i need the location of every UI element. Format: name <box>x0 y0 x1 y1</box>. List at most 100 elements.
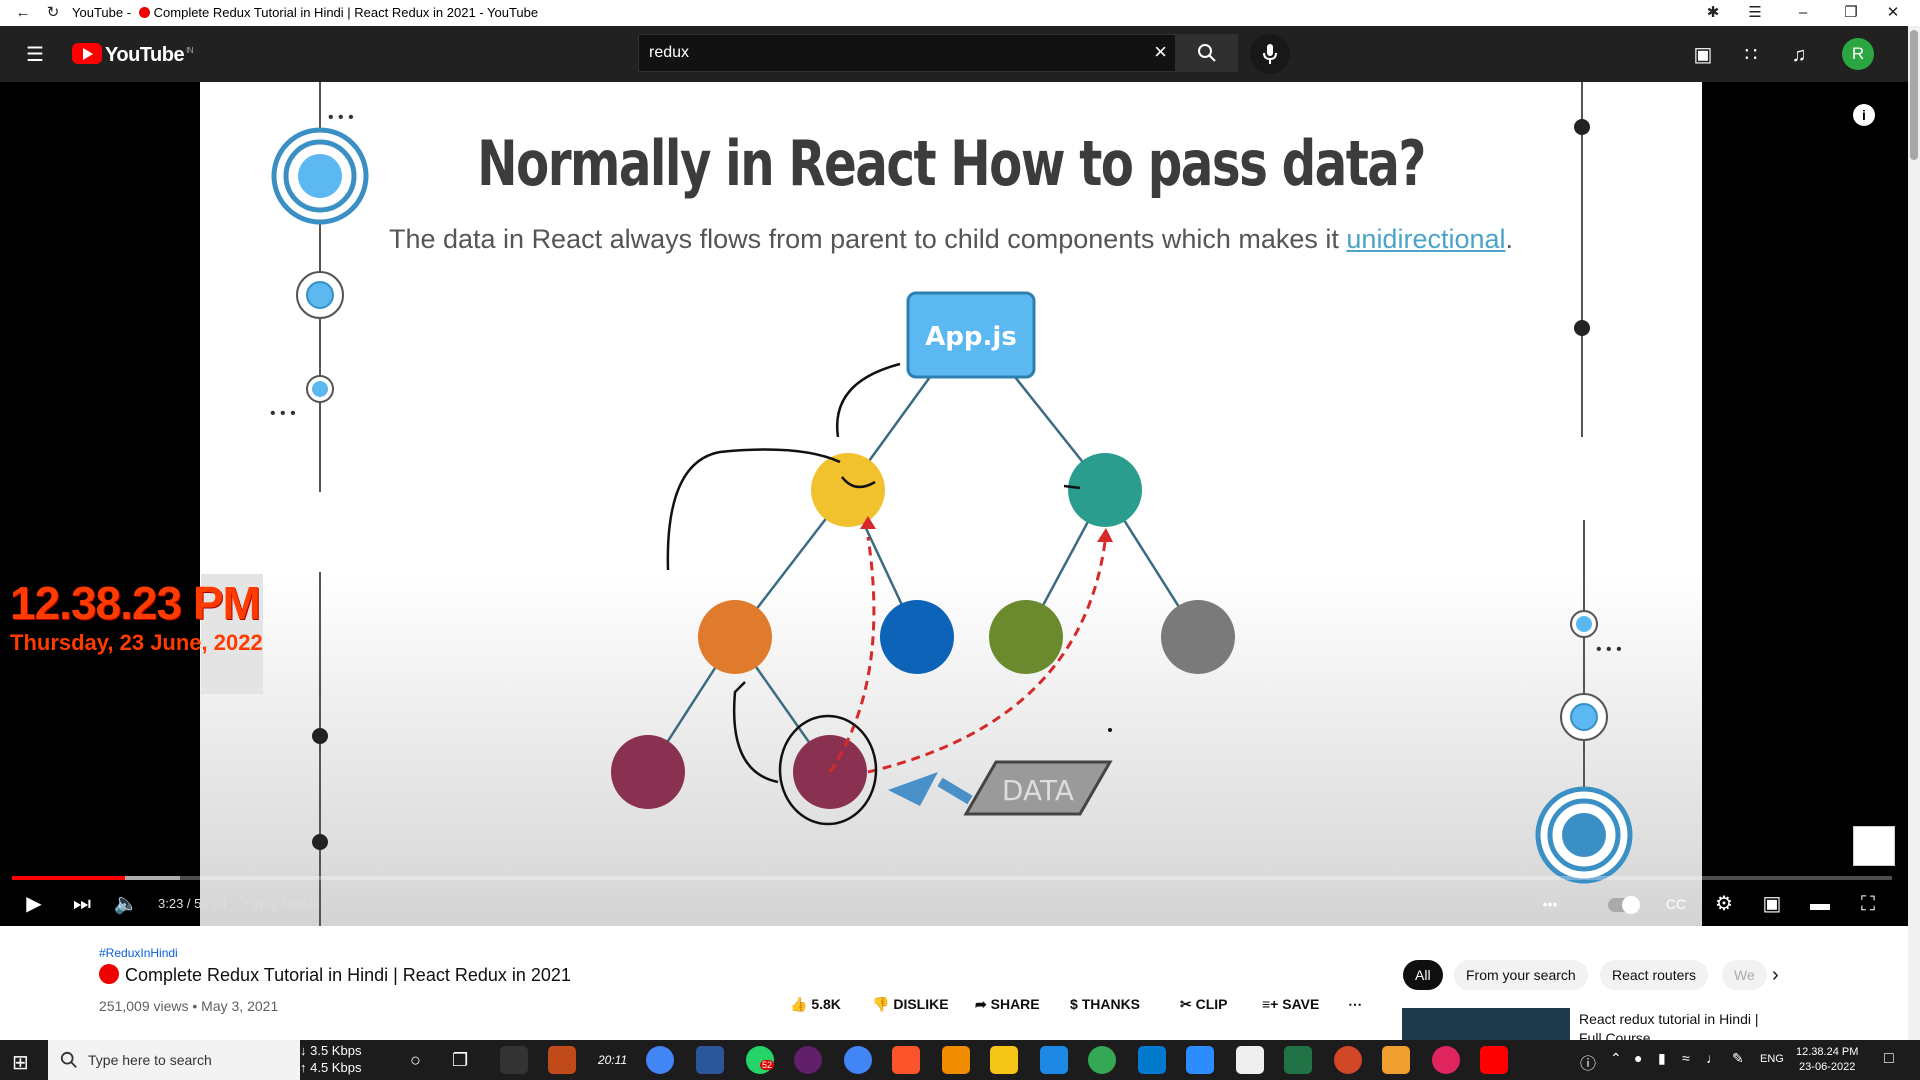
language-indicator[interactable]: ENG <box>1760 1053 1784 1065</box>
overlay-date: Thursday, 23 June, 2022 <box>10 630 263 655</box>
progress-bar[interactable] <box>12 876 1892 880</box>
app-icon[interactable] <box>548 1046 576 1074</box>
app-pink-icon[interactable] <box>1432 1046 1460 1074</box>
settings-gear-icon[interactable]: ⚙ <box>1708 888 1740 920</box>
chrome-alt-icon[interactable] <box>1088 1046 1116 1074</box>
speaker-icon[interactable]: ♩ <box>1706 1050 1720 1066</box>
wifi-icon[interactable]: ≈ <box>1682 1050 1690 1066</box>
thumb-down-icon: 👎 <box>872 996 890 1012</box>
share-button[interactable]: ➦ SHARE <box>975 996 1040 1013</box>
search-button[interactable] <box>1176 34 1238 72</box>
tray-clock[interactable]: 12.38.24 PM 23-06-2022 <box>1796 1045 1858 1075</box>
avatar[interactable]: R <box>1842 38 1874 70</box>
file-explorer-icon[interactable] <box>990 1046 1018 1074</box>
scissors-icon: ✂ <box>1180 996 1192 1012</box>
obs-app-icon[interactable] <box>500 1046 528 1074</box>
overlay-time: 12.38.23 PM <box>10 577 261 629</box>
dots-top-left: • • • <box>328 109 354 126</box>
autoplay-toggle[interactable] <box>1608 896 1640 914</box>
clear-search-icon[interactable]: × <box>1154 39 1167 65</box>
chip-truncated[interactable]: We <box>1722 960 1767 990</box>
window-title: YouTube - Complete Redux Tutorial in Hin… <box>72 5 539 20</box>
youtube-logo[interactable]: YouTube IN <box>72 43 194 66</box>
close-window-icon[interactable]: ✕ <box>1880 2 1906 24</box>
slack-icon[interactable] <box>794 1046 822 1074</box>
vscode-icon[interactable] <box>1138 1046 1166 1074</box>
powerpoint-icon[interactable] <box>1334 1046 1362 1074</box>
save-button[interactable]: ≡+ SAVE <box>1262 996 1319 1012</box>
chip-all[interactable]: All <box>1403 960 1443 990</box>
help-icon[interactable]: ⓘ <box>1580 1050 1596 1074</box>
miniplayer-icon[interactable]: ▣ <box>1756 888 1788 920</box>
like-button[interactable]: 👍 5.8K <box>790 996 841 1013</box>
more-controls-icon[interactable]: ••• <box>1534 888 1566 920</box>
vlc-icon[interactable] <box>942 1046 970 1074</box>
time-display: 3:23 / 56:24 <box>158 896 227 911</box>
dislike-button[interactable]: 👎 DISLIKE <box>872 996 949 1013</box>
player-controls: ▶ ⏭ 🔈 3:23 / 56:24 • Why Redux › ••• CC … <box>0 882 1908 926</box>
minimize-icon[interactable]: – <box>1790 2 1816 24</box>
restore-icon[interactable]: ❐ <box>1838 2 1864 24</box>
windows-start-icon[interactable]: ⊞ <box>12 1050 29 1075</box>
progress-played <box>12 876 125 880</box>
pen-icon[interactable]: ✎ <box>1732 1050 1744 1067</box>
chevron-right-icon[interactable]: › <box>1772 964 1779 987</box>
share-icon: ➦ <box>975 996 987 1012</box>
brave-icon[interactable] <box>892 1046 920 1074</box>
more-actions-icon[interactable]: ⋯ <box>1348 996 1362 1013</box>
chapter-title[interactable]: • Why Redux › <box>244 896 327 911</box>
info-icon[interactable]: i <box>1853 104 1875 126</box>
play-button[interactable]: ▶ <box>18 888 50 920</box>
youtube-header: ☰ YouTube IN redux × ▣ ∷ ♫ R <box>0 26 1908 82</box>
next-button[interactable]: ⏭ <box>66 888 98 920</box>
channel-watermark[interactable] <box>1853 826 1895 866</box>
chrome-icon[interactable] <box>646 1046 674 1074</box>
tray-mic-icon[interactable]: ● <box>1634 1050 1642 1066</box>
chrome-profile-icon[interactable] <box>844 1046 872 1074</box>
fullscreen-icon[interactable]: ⛶ <box>1852 888 1884 920</box>
record-dot-icon <box>138 7 150 18</box>
extensions-icon[interactable]: ✱ <box>1700 2 1726 24</box>
chip-from-your-search[interactable]: From your search <box>1454 960 1588 990</box>
menu-icon[interactable]: ☰ <box>1742 2 1768 24</box>
apps-grid-icon[interactable]: ∷ <box>1738 42 1764 68</box>
reload-icon[interactable]: ↻ <box>40 2 66 24</box>
hashtag-link[interactable]: #ReduxInHindi <box>99 946 178 960</box>
youtube-taskbar-icon[interactable] <box>1480 1046 1508 1074</box>
search-box[interactable]: redux × <box>638 34 1176 72</box>
cortana-icon[interactable]: ○ <box>410 1050 421 1071</box>
back-icon[interactable]: ← <box>10 2 36 24</box>
excel-icon[interactable] <box>1284 1046 1312 1074</box>
tray-chevron-up-icon[interactable]: ⌃ <box>1610 1050 1622 1067</box>
captions-icon[interactable]: CC <box>1660 888 1692 920</box>
photos-icon[interactable] <box>1040 1046 1068 1074</box>
task-view-icon[interactable]: ❐ <box>452 1050 468 1071</box>
action-center-icon[interactable]: □ <box>1884 1050 1894 1068</box>
notifications-bell-icon[interactable]: ♫ <box>1786 42 1812 68</box>
zoom-icon[interactable] <box>1186 1046 1214 1074</box>
recommendation-thumbnail[interactable] <box>1402 1008 1570 1040</box>
volume-icon[interactable]: 🔈 <box>110 888 142 920</box>
page-scrollbar[interactable] <box>1908 26 1920 1040</box>
battery-icon[interactable]: ▮ <box>1658 1050 1666 1067</box>
chip-react-routers[interactable]: React routers <box>1600 960 1709 990</box>
clip-button[interactable]: ✂ CLIP <box>1180 996 1228 1013</box>
thanks-button[interactable]: $ THANKS <box>1070 996 1140 1012</box>
thanks-icon: $ <box>1070 996 1078 1012</box>
media-player-icon[interactable] <box>1382 1046 1410 1074</box>
clock-overlay: 12.38.23 PM Thursday, 23 June, 2022 <box>10 576 263 656</box>
search-icon <box>1198 44 1216 62</box>
word-icon[interactable] <box>696 1046 724 1074</box>
paint-icon[interactable] <box>1236 1046 1264 1074</box>
search-input[interactable]: redux <box>649 44 689 62</box>
theater-mode-icon[interactable]: ▬ <box>1804 888 1836 920</box>
video-player[interactable]: Normally in React How to pass data? The … <box>0 82 1908 926</box>
scrollbar-thumb[interactable] <box>1910 30 1918 160</box>
network-speed: ↓ 3.5 Kbps ↑ 4.5 Kbps <box>300 1043 362 1075</box>
create-video-icon[interactable]: ▣ <box>1690 42 1716 68</box>
taskbar-search[interactable]: Type here to search <box>48 1040 300 1080</box>
hamburger-menu-icon[interactable]: ☰ <box>22 42 48 68</box>
voice-search-button[interactable] <box>1250 34 1290 74</box>
component-tree-diagram: • • • • • • • • • App.js DATA <box>270 82 1633 926</box>
clock-app-icon[interactable]: 20:11 <box>598 1053 627 1067</box>
